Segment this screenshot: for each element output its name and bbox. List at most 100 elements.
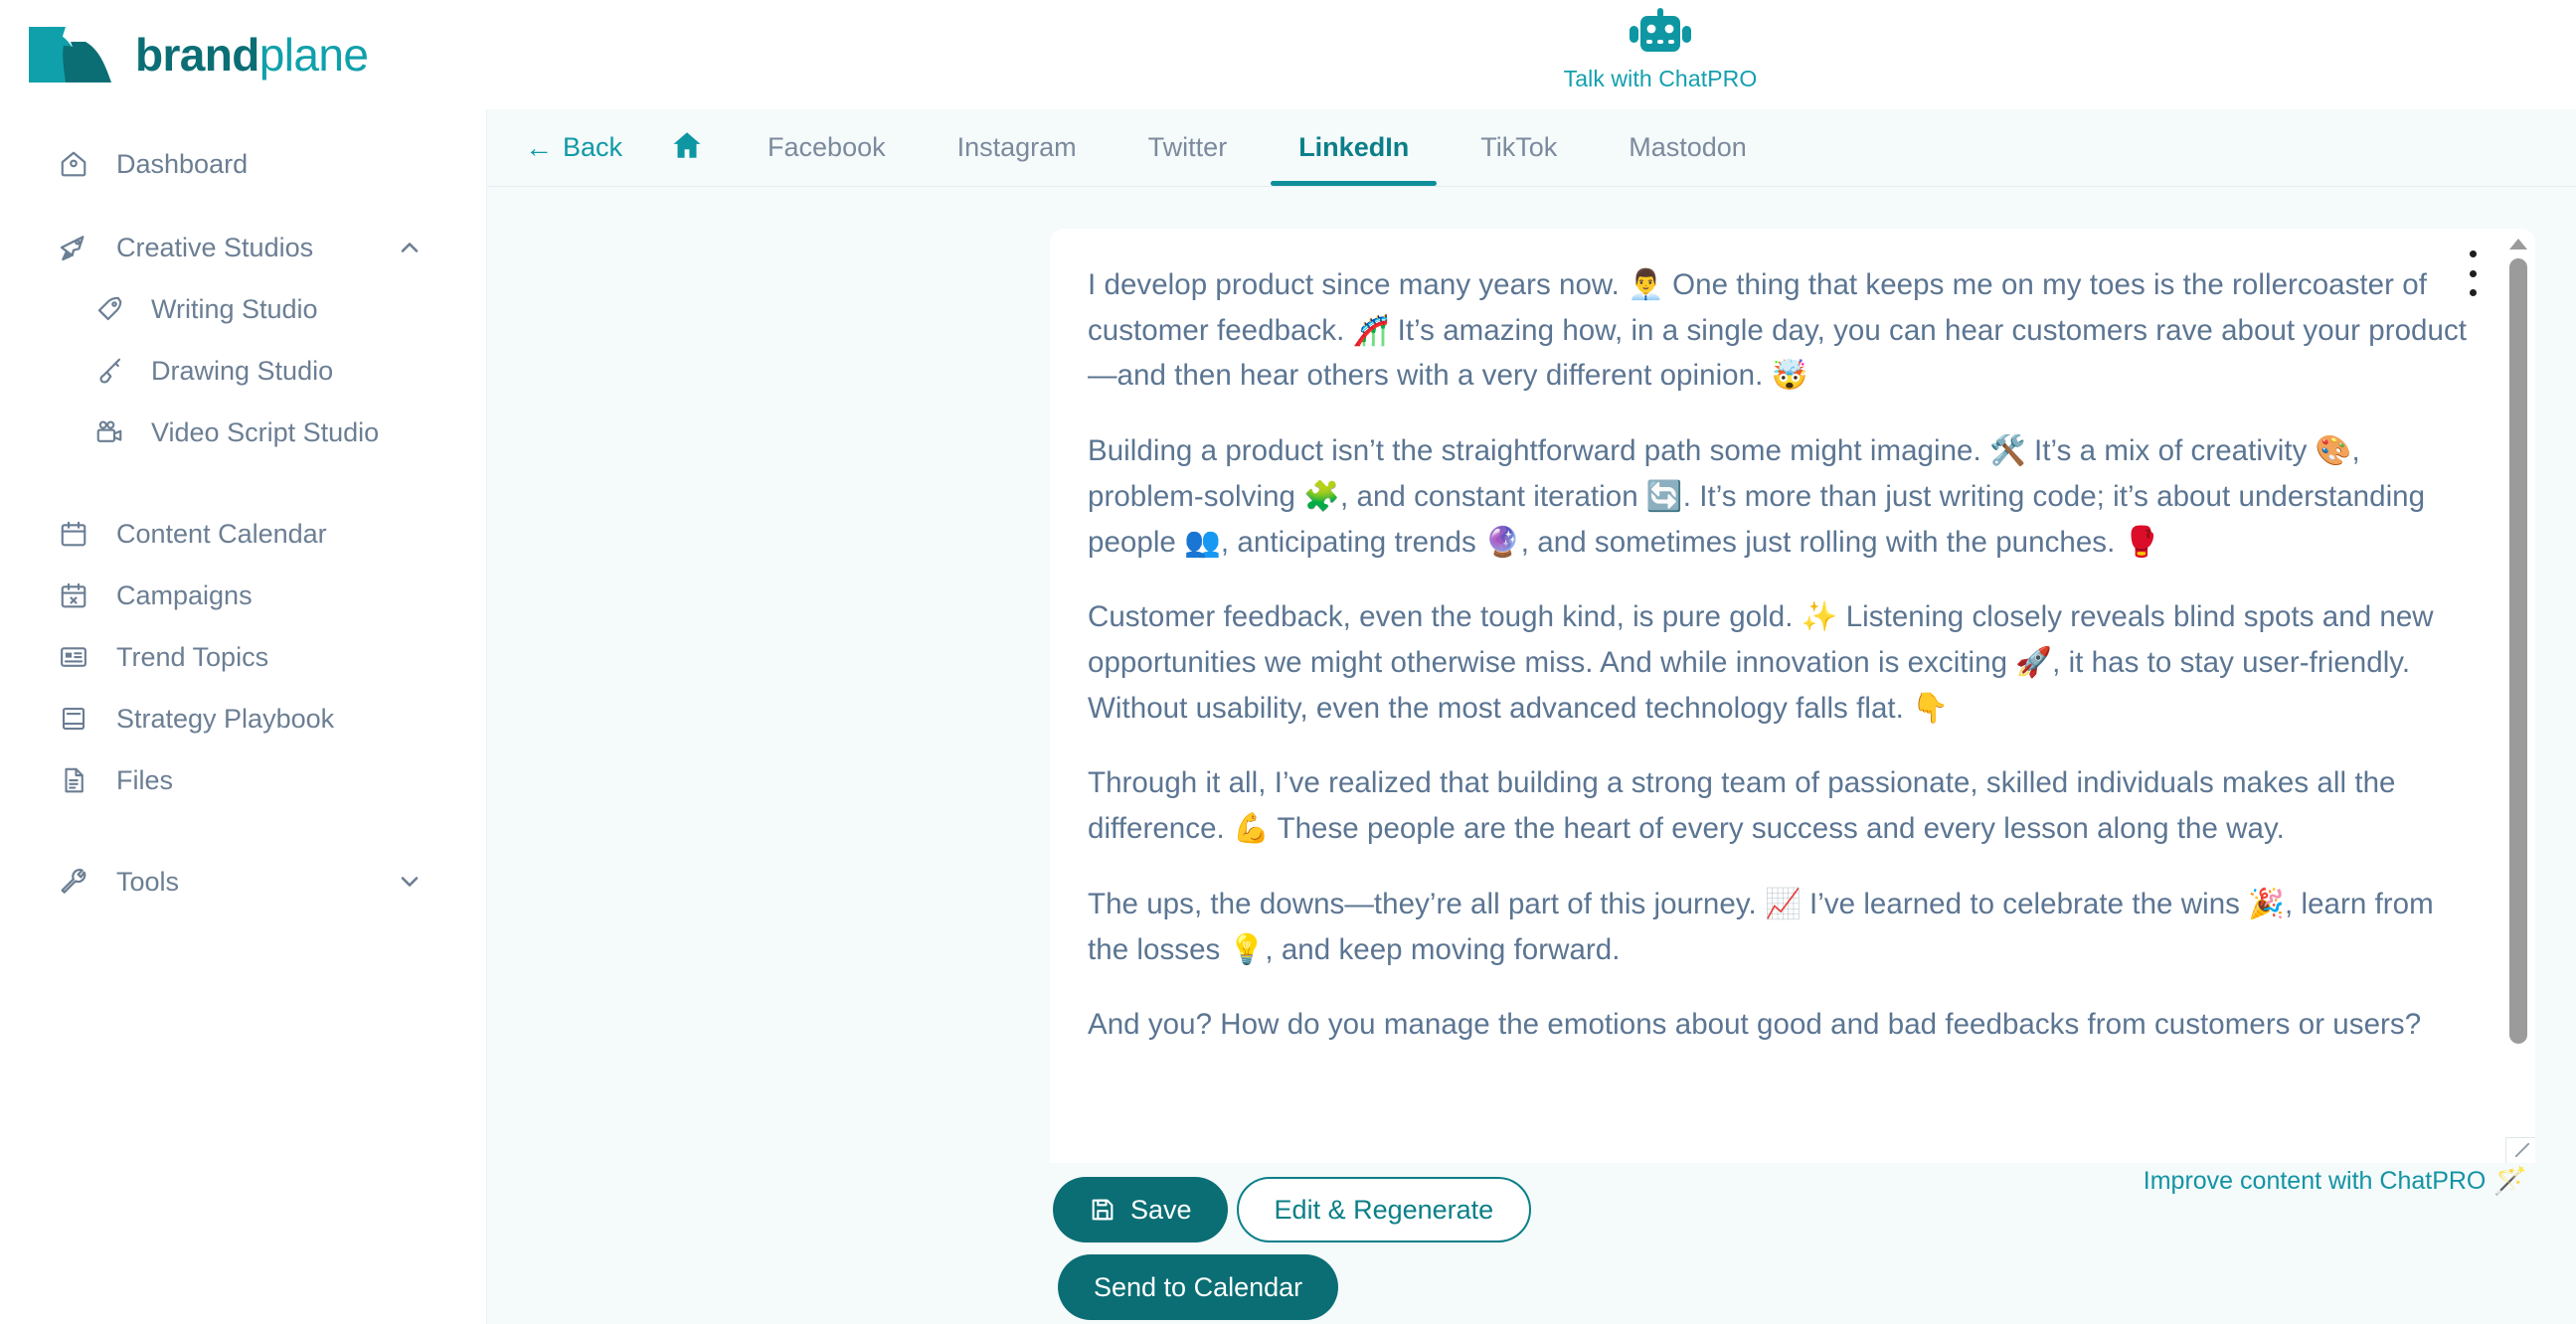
platform-tabbar: ← Back Facebook Instagram Twitter Linked… (487, 109, 2576, 187)
scrollbar-track[interactable] (2505, 254, 2531, 1137)
primary-action-row: Save Edit & Regenerate (1053, 1177, 1532, 1242)
secondary-action-row: Send to Calendar (1058, 1254, 1339, 1320)
scrollbar-thumb[interactable] (2509, 258, 2527, 1045)
calendar-x-icon (58, 579, 89, 611)
brand-name-bold: brand (135, 29, 259, 81)
brand-logo[interactable]: brandplane (26, 24, 369, 85)
tab-label: TikTok (1480, 132, 1558, 162)
brand-wordmark: brandplane (135, 29, 369, 81)
post-paragraph: Building a product isn’t the straightfor… (1088, 434, 2426, 559)
tab-label: Twitter (1147, 132, 1228, 162)
more-vertical-icon[interactable] (2462, 250, 2484, 296)
news-card-icon (58, 641, 89, 673)
sidebar-item-label: Drawing Studio (151, 355, 334, 386)
brandplane-logo-icon (26, 24, 117, 85)
sidebar-item-label: Content Calendar (116, 518, 327, 549)
tab-tiktok[interactable]: TikTok (1445, 109, 1593, 186)
send-to-calendar-button[interactable]: Send to Calendar (1058, 1254, 1339, 1320)
sidebar-item-label: Video Script Studio (151, 416, 380, 447)
calendar-icon (58, 518, 89, 550)
edit-regenerate-label: Edit & Regenerate (1274, 1194, 1494, 1225)
body-region: Dashboard Creative Studios Writing Studi… (0, 109, 2576, 1324)
sidebar-item-trend-topics[interactable]: Trend Topics (0, 626, 486, 688)
post-paragraph: Through it all, I’ve realized that build… (1088, 766, 2396, 846)
tab-twitter[interactable]: Twitter (1113, 109, 1264, 186)
chevron-up-icon[interactable] (396, 234, 424, 261)
app-root: brandplane Talk with ChatPRO Dashboard C… (0, 0, 2576, 1324)
sidebar-item-writing-studio[interactable]: Writing Studio (0, 278, 486, 340)
sidebar-item-label: Strategy Playbook (116, 703, 335, 734)
main-panel: ← Back Facebook Instagram Twitter Linked… (487, 109, 2576, 1324)
post-text-scroll-region[interactable]: I develop product since many years now. … (1050, 229, 2535, 1163)
tab-label: Instagram (956, 132, 1077, 162)
sidebar: Dashboard Creative Studios Writing Studi… (0, 109, 487, 1324)
sidebar-item-strategy-playbook[interactable]: Strategy Playbook (0, 688, 486, 749)
home-icon (58, 148, 89, 180)
post-paragraph: Customer feedback, even the tough kind, … (1088, 600, 2434, 725)
talk-with-chatpro-label: Talk with ChatPRO (1563, 66, 1758, 91)
kebab-dot (2469, 250, 2477, 257)
sidebar-item-label: Writing Studio (151, 293, 318, 324)
sidebar-item-video-script-studio[interactable]: Video Script Studio (0, 402, 486, 463)
action-bar: Save Edit & Regenerate Send to Calendar … (1050, 1163, 2535, 1324)
kebab-dot (2469, 289, 2477, 296)
pen-nib-icon (93, 293, 125, 325)
sidebar-item-tools[interactable]: Tools (0, 851, 486, 912)
post-paragraph: I develop product since many years now. … (1088, 268, 2467, 393)
talk-with-chatpro-button[interactable]: Talk with ChatPRO (1551, 6, 1770, 92)
sidebar-item-drawing-studio[interactable]: Drawing Studio (0, 340, 486, 402)
content-scrollbar[interactable] (2505, 233, 2531, 1159)
scroll-up-arrow-icon[interactable] (2505, 233, 2531, 254)
post-content-card: I develop product since many years now. … (1050, 229, 2535, 1163)
kebab-dot (2469, 269, 2477, 277)
sidebar-item-label: Tools (116, 866, 180, 897)
tab-label: Facebook (768, 132, 886, 162)
sidebar-item-dashboard[interactable]: Dashboard (0, 133, 486, 195)
floppy-disk-icon (1089, 1196, 1116, 1224)
sidebar-item-content-calendar[interactable]: Content Calendar (0, 503, 486, 565)
improve-content-label: Improve content with ChatPRO (2143, 1166, 2487, 1195)
tab-facebook[interactable]: Facebook (732, 109, 922, 186)
save-button[interactable]: Save (1053, 1177, 1228, 1242)
top-bar: brandplane Talk with ChatPRO (0, 0, 2576, 109)
home-tab-button[interactable] (642, 109, 732, 186)
improve-content-link[interactable]: Improve content with ChatPRO 🪄 (2144, 1165, 2527, 1197)
back-button[interactable]: ← Back (505, 109, 642, 186)
sidebar-item-label: Campaigns (116, 579, 253, 610)
paint-brush-icon (93, 355, 125, 387)
chevron-down-icon[interactable] (396, 868, 424, 896)
sidebar-item-files[interactable]: Files (0, 749, 486, 811)
sidebar-item-campaigns[interactable]: Campaigns (0, 565, 486, 626)
tab-label: LinkedIn (1298, 132, 1410, 162)
send-to-calendar-label: Send to Calendar (1094, 1271, 1303, 1302)
save-label: Save (1130, 1194, 1192, 1225)
sidebar-item-label: Trend Topics (116, 641, 269, 672)
magic-wand-icon: 🪄 (2493, 1166, 2527, 1197)
content-area: I develop product since many years now. … (487, 187, 2576, 1324)
post-paragraph: And you? How do you manage the emotions … (1088, 1008, 2422, 1042)
rocket-icon (58, 232, 89, 263)
post-paragraph: The ups, the downs—they’re all part of t… (1088, 887, 2434, 966)
tab-linkedin[interactable]: LinkedIn (1263, 109, 1445, 186)
edit-regenerate-button[interactable]: Edit & Regenerate (1236, 1177, 1532, 1242)
tab-mastodon[interactable]: Mastodon (1593, 109, 1783, 186)
sidebar-item-creative-studios[interactable]: Creative Studios (0, 217, 486, 278)
wrench-icon (58, 866, 89, 898)
sidebar-item-label: Creative Studios (116, 232, 314, 262)
file-text-icon (58, 764, 89, 796)
tab-label: Mastodon (1629, 132, 1747, 162)
video-camera-icon (93, 416, 125, 448)
arrow-left-icon: ← (525, 131, 553, 163)
sidebar-item-label: Files (116, 764, 174, 795)
book-icon (58, 703, 89, 735)
resize-handle[interactable] (2505, 1137, 2535, 1163)
back-label: Back (563, 132, 623, 162)
robot-icon (1626, 6, 1695, 62)
brand-name-light: plane (258, 29, 369, 81)
home-icon (670, 128, 704, 167)
sidebar-item-label: Dashboard (116, 148, 249, 179)
tab-instagram[interactable]: Instagram (922, 109, 1113, 186)
